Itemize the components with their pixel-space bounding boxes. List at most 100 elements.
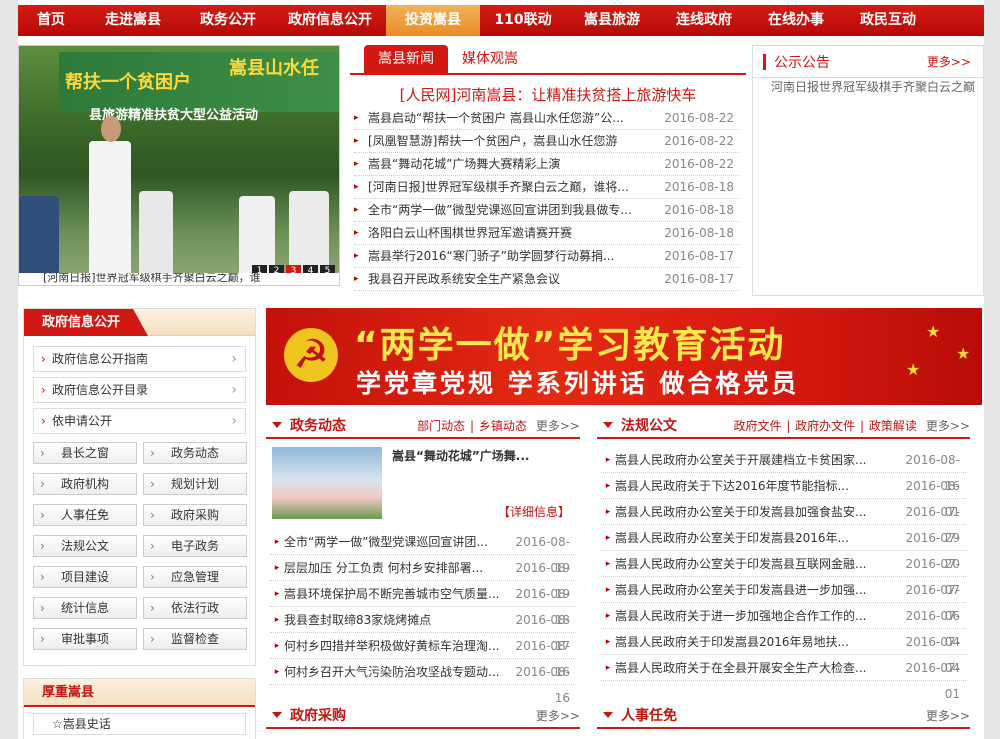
nav-item[interactable]: 投资嵩县 — [386, 5, 480, 36]
list-item-title[interactable]: 全市“两学一做”微型党课巡回宣讲团... — [284, 529, 502, 554]
personnel-more[interactable]: 更多>> — [926, 707, 970, 724]
gov-info-button[interactable]: 审批事项 — [33, 628, 137, 650]
list-item-title[interactable]: 何村乡召开大气污染防治攻坚战专题动... — [284, 659, 502, 684]
news-headline[interactable]: [人民网]河南嵩县：让精准扶贫搭上旅游快车 — [350, 83, 746, 107]
nav-item[interactable]: 政府信息公开 — [274, 5, 386, 36]
tab-media-view[interactable]: 媒体观嵩 — [448, 45, 532, 73]
list-item-title[interactable]: 全市“两学一做”微型党课巡回宣讲团到我县做专... — [368, 199, 664, 221]
list-item[interactable]: ▸ [凤凰智慧游]帮扶一个贫困户，嵩县山水任您游 2016-08-22 — [354, 130, 740, 153]
list-item[interactable]: ▸ [河南日报]世界冠军级棋手齐聚白云之巅，谁将... 2016-08-18 — [354, 176, 740, 199]
list-item-title[interactable]: 我县查封取缔83家烧烤摊点 — [284, 607, 502, 632]
procurement-more[interactable]: 更多>> — [536, 707, 580, 724]
sub-link-office-docs[interactable]: 政府办文件 — [794, 419, 856, 433]
gov-dynamics-list: ▸ 全市“两学一做”微型党课巡回宣讲团... 2016-08-19 ▸ 层层加压 分工负… — [266, 529, 580, 705]
gov-info-button[interactable]: 电子政务 — [143, 535, 247, 557]
list-item[interactable]: ▸ 嵩县人民政府办公室关于印发嵩县进一步加强... 2016-07-06 — [601, 577, 966, 623]
bullet-icon: ▸ — [605, 481, 611, 491]
list-item[interactable]: ▸ 嵩县人民政府关于下达2016年度节能指标... 2016-08-01 — [601, 473, 966, 519]
nav-item[interactable]: 走进嵩县 — [84, 5, 182, 36]
list-item[interactable]: ▸ 嵩县举行2016“寒门骄子”助学圆梦行动募捐... 2016-08-17 — [354, 245, 740, 268]
list-item-title[interactable]: 我县召开民政系统安全生产紧急会议 — [368, 268, 664, 290]
list-item-title[interactable]: 嵩县“舞动花城”广场舞大赛精彩上演 — [368, 153, 664, 175]
nav-item[interactable]: 连线政府 — [658, 5, 750, 36]
list-item[interactable]: ▸ 嵩县人民政府关于在全县开展安全生产大检查... 2016-07-01 — [601, 655, 966, 701]
list-item[interactable]: ▸ 全市“两学一做”微型党课巡回宣讲团到我县做专... 2016-08-18 — [354, 199, 740, 222]
list-item-title[interactable]: 嵩县启动“帮扶一个贫困户 嵩县山水任您游”公... — [368, 107, 664, 129]
nav-item[interactable]: 政务公开 — [182, 5, 274, 36]
list-item[interactable]: ▸ 嵩县人民政府办公室关于印发嵩县互联网金融... 2016-07-07 — [601, 551, 966, 597]
regulations-more[interactable]: 更多>> — [926, 417, 970, 434]
gov-info-guide-link[interactable]: 政府信息公开目录 — [33, 377, 246, 403]
gov-info-guide-link[interactable]: 政府信息公开指南 — [33, 346, 246, 372]
notice-more-link[interactable]: 更多>> — [927, 53, 971, 70]
list-item-title[interactable]: 嵩县人民政府关于下达2016年度节能指标... — [615, 473, 892, 498]
campaign-banner[interactable]: ☭ “两学一做”学习教育活动 学党章党规 学系列讲话 做合格党员 ★ ★ ★ — [266, 308, 982, 405]
list-item-title[interactable]: 嵩县环境保护局不断完善城市空气质量... — [284, 581, 502, 606]
list-item-title[interactable]: [河南日报]世界冠军级棋手齐聚白云之巅，谁将... — [368, 176, 664, 198]
list-item[interactable]: ▸ 嵩县启动“帮扶一个贫困户 嵩县山水任您游”公... 2016-08-22 — [354, 107, 740, 130]
gov-info-button[interactable]: 人事任免 — [33, 504, 137, 526]
gov-info-button[interactable]: 规划计划 — [143, 473, 247, 495]
list-item[interactable]: ▸ 何村乡召开大气污染防治攻坚战专题动... 2016-08-16 — [270, 659, 576, 705]
list-item[interactable]: ▸ 何村乡四措并举积极做好黄标车治理淘... 2016-08-16 — [270, 633, 576, 679]
list-item[interactable]: ▸ 嵩县“舞动花城”广场舞大赛精彩上演 2016-08-22 — [354, 153, 740, 176]
tab-county-news[interactable]: 嵩县新闻 — [364, 45, 448, 73]
list-item-title[interactable]: 嵩县人民政府办公室关于印发嵩县互联网金融... — [615, 551, 892, 576]
sub-link-dept[interactable]: 部门动态 — [416, 419, 466, 433]
list-item-title[interactable]: 嵩县人民政府关于在全县开展安全生产大检查... — [615, 655, 892, 680]
list-item-title[interactable]: 洛阳白云山杯围棋世界冠军邀请赛开赛 — [368, 222, 664, 244]
list-item-title[interactable]: 层层加压 分工负责 何村乡安排部署... — [284, 555, 502, 580]
sub-link-town[interactable]: 乡镇动态 — [478, 419, 528, 433]
gov-info-button[interactable]: 统计信息 — [33, 597, 137, 619]
list-item[interactable]: ▸ 我县召开民政系统安全生产紧急会议 2016-08-17 — [354, 268, 740, 291]
gov-dynamics-more[interactable]: 更多>> — [536, 417, 580, 434]
feature-image[interactable] — [272, 447, 382, 519]
list-item-title[interactable]: [凤凰智慧游]帮扶一个贫困户，嵩县山水任您游 — [368, 130, 664, 152]
gov-info-button[interactable]: 项目建设 — [33, 566, 137, 588]
list-item[interactable]: ▸ 嵩县人民政府关于印发嵩县2016年易地扶... 2016-07-04 — [601, 629, 966, 675]
sub-link-gov-docs[interactable]: 政府文件 — [732, 419, 782, 433]
list-item-title[interactable]: 嵩县人民政府办公室关于印发嵩县进一步加强... — [615, 577, 892, 602]
slider-caption[interactable]: [河南日报]世界冠军级棋手齐聚白云之巅，谁 — [19, 273, 339, 285]
list-item-title[interactable]: 嵩县人民政府办公室关于印发嵩县加强食盐安... — [615, 499, 892, 524]
gov-info-button[interactable]: 依法行政 — [143, 597, 247, 619]
nav-item[interactable]: 政民互动 — [842, 5, 934, 36]
feature-detail-link[interactable]: 【详细信息】 — [498, 503, 570, 520]
gov-info-guide-link[interactable]: 依申请公开 — [33, 408, 246, 434]
nav-item[interactable]: 110联动 — [480, 5, 566, 36]
gov-info-button[interactable]: 县长之窗 — [33, 442, 137, 464]
list-item-title[interactable]: 嵩县人民政府办公室关于印发嵩县2016年... — [615, 525, 892, 550]
list-item[interactable]: ▸ 我县查封取缔83家烧烤摊点 2016-08-17 — [270, 607, 576, 653]
gov-info-button[interactable]: 政府采购 — [143, 504, 247, 526]
triangle-icon — [603, 422, 613, 428]
main-nav: 首页 走进嵩县 政务公开 政府信息公开 投资嵩县 110联动 嵩县旅游 连线政府 在线办事 政民互… — [18, 5, 984, 36]
list-item[interactable]: ▸ 嵩县环境保护局不断完善城市空气质量... 2016-08-18 — [270, 581, 576, 627]
nav-item[interactable]: 嵩县旅游 — [566, 5, 658, 36]
notice-panel: 公示公告 更多>> 河南日报世界冠军级棋手齐聚白云之巅 — [752, 45, 984, 296]
gov-info-button[interactable]: 监督检查 — [143, 628, 247, 650]
feature-title[interactable]: 嵩县“舞动花城”广场舞... — [392, 447, 529, 464]
gov-info-button[interactable]: 政务动态 — [143, 442, 247, 464]
list-item-title[interactable]: 嵩县人民政府办公室关于开展建档立卡贫困家... — [615, 447, 892, 472]
sub-link-policy[interactable]: 政策解读 — [868, 419, 918, 433]
notice-marquee[interactable]: 河南日报世界冠军级棋手齐聚白云之巅 — [753, 78, 983, 96]
gov-info-button[interactable]: 政府机构 — [33, 473, 137, 495]
list-item[interactable]: ▸ 层层加压 分工负责 何村乡安排部署... 2016-08-19 — [270, 555, 576, 601]
list-item[interactable]: ▸ 洛阳白云山杯围棋世界冠军邀请赛开赛 2016-08-18 — [354, 222, 740, 245]
nav-item[interactable]: 在线办事 — [750, 5, 842, 36]
list-item[interactable]: ▸ 嵩县人民政府关于进一步加强地企合作工作的... 2016-07-04 — [601, 603, 966, 649]
list-item[interactable]: ▸ 全市“两学一做”微型党课巡回宣讲团... 2016-08-19 — [270, 529, 576, 575]
photo-slider[interactable]: 帮扶一个贫困户 嵩县山水任 县旅游精准扶贫大型公益活动 12345 [河南日报]… — [18, 45, 340, 286]
list-item-title[interactable]: 何村乡四措并举积极做好黄标车治理淘... — [284, 633, 502, 658]
heritage-item[interactable]: ☆嵩县史话 — [33, 713, 246, 735]
gov-info-button[interactable]: 应急管理 — [143, 566, 247, 588]
list-item-title[interactable]: 嵩县举行2016“寒门骄子”助学圆梦行动募捐... — [368, 245, 664, 267]
gov-info-button[interactable]: 法规公文 — [33, 535, 137, 557]
list-item-title[interactable]: 嵩县人民政府关于印发嵩县2016年易地扶... — [615, 629, 892, 654]
bullet-icon: ▸ — [605, 663, 611, 673]
list-item[interactable]: ▸ 嵩县人民政府办公室关于印发嵩县2016年... 2016-07-20 — [601, 525, 966, 571]
list-item[interactable]: ▸ 嵩县人民政府办公室关于印发嵩县加强食盐安... 2016-07-29 — [601, 499, 966, 545]
list-item-title[interactable]: 嵩县人民政府关于进一步加强地企合作工作的... — [615, 603, 892, 628]
nav-item[interactable]: 首页 — [18, 5, 84, 36]
list-item[interactable]: ▸ 嵩县人民政府办公室关于开展建档立卡贫困家... 2016-08-16 — [601, 447, 966, 493]
